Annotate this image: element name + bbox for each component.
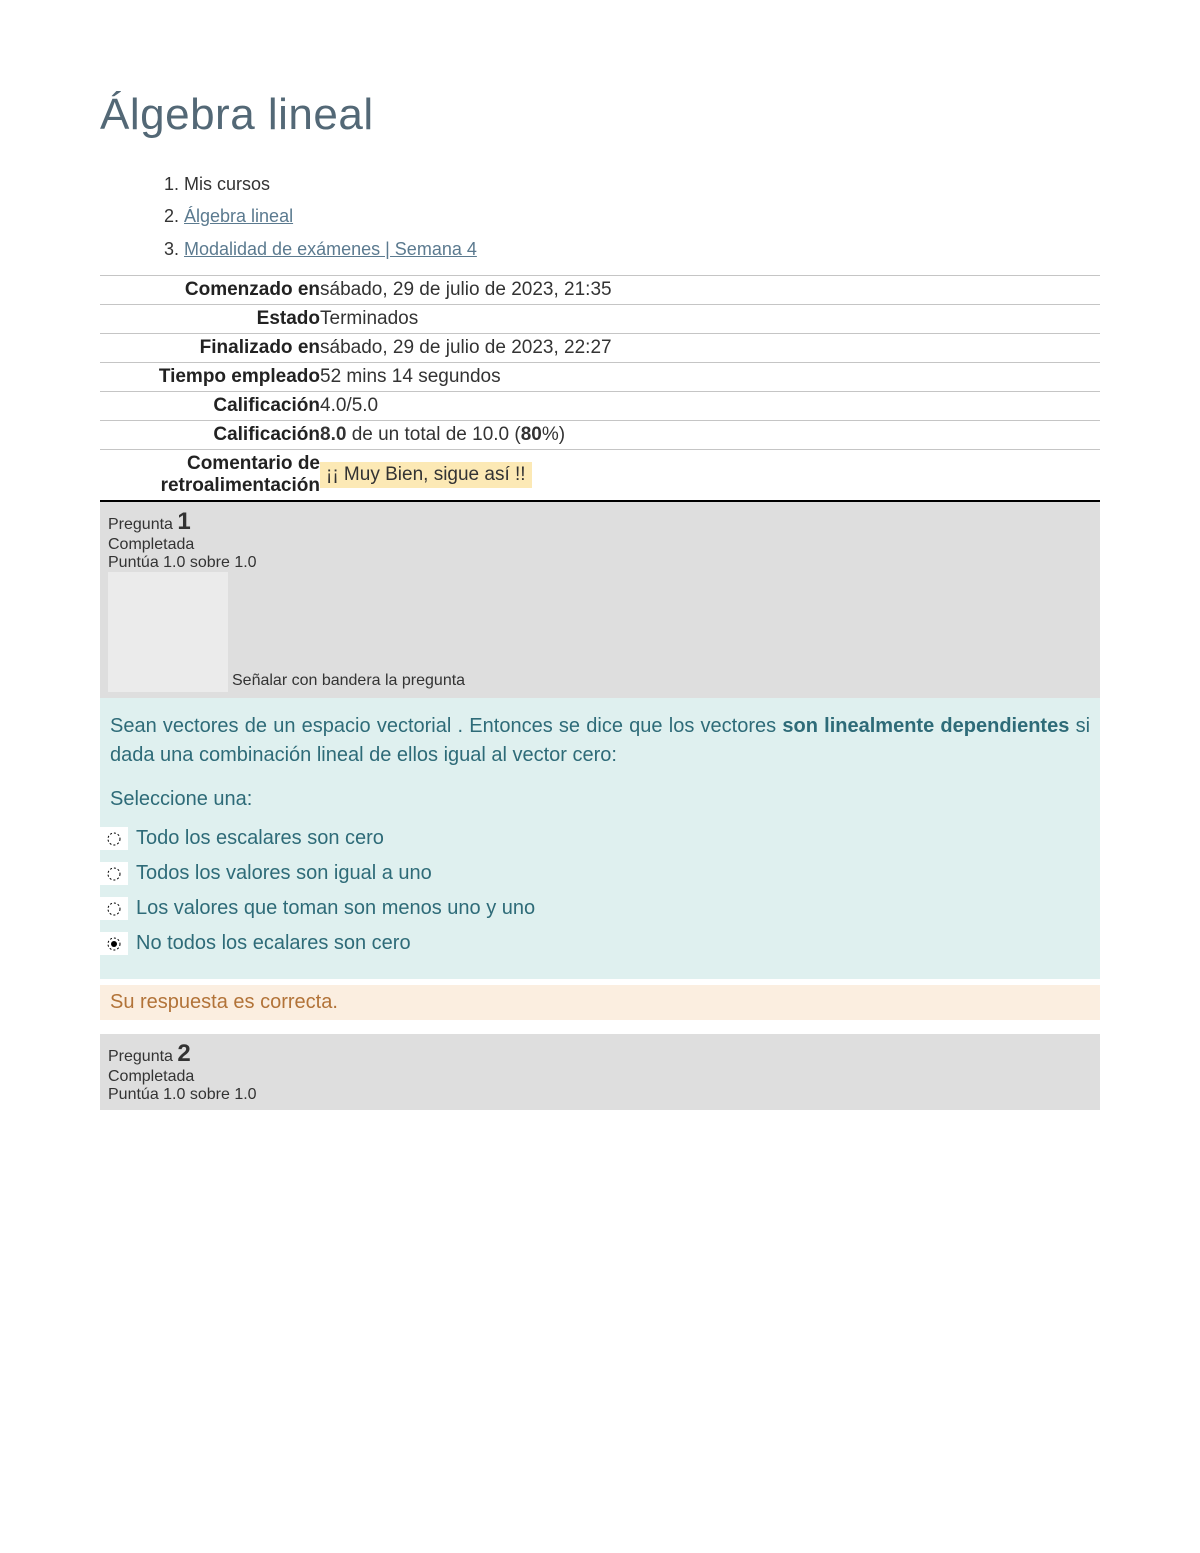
stem-part-a: Sean vectores de un espacio vectorial . … xyxy=(110,715,782,737)
question-state: Completada xyxy=(108,1068,1092,1086)
question-score: Puntúa 1.0 sobre 1.0 xyxy=(108,1086,1092,1104)
question-body: Sean vectores de un espacio vectorial . … xyxy=(100,698,1100,979)
question-stem: Sean vectores de un espacio vectorial . … xyxy=(110,712,1090,770)
grade-bold: 8.0 xyxy=(320,424,346,445)
option-text: No todos los ecalares son cero xyxy=(136,932,411,955)
summary-label-time: Tiempo empleado xyxy=(100,363,320,392)
option-text: Todos los valores son igual a uno xyxy=(136,862,432,885)
radio-unselected-icon[interactable] xyxy=(100,827,128,850)
summary-label-finished: Finalizado en xyxy=(100,334,320,363)
question-prompt: Seleccione una: xyxy=(110,788,1090,811)
radio-selected-icon[interactable] xyxy=(100,932,128,955)
question-state: Completada xyxy=(108,536,1092,554)
summary-label-state: Estado xyxy=(100,305,320,334)
summary-label-grade2: Calificación xyxy=(100,421,320,450)
breadcrumb: Mis cursos Álgebra lineal Modalidad de e… xyxy=(100,168,1100,265)
question-word: Pregunta xyxy=(108,1048,177,1065)
summary-value-state: Terminados xyxy=(320,305,1100,334)
question-header: Pregunta 2 Completada Puntúa 1.0 sobre 1… xyxy=(100,1034,1100,1110)
option-text: Todo los escalares son cero xyxy=(136,827,384,850)
question-word: Pregunta xyxy=(108,516,177,533)
summary-value-feedback: ¡¡ Muy Bien, sigue así !! xyxy=(320,450,1100,502)
page-title: Álgebra lineal xyxy=(100,90,1100,140)
attempt-summary-table: Comenzado en sábado, 29 de julio de 2023… xyxy=(100,275,1100,502)
option-row[interactable]: Todo los escalares son cero xyxy=(110,821,1090,856)
question-number: 1 xyxy=(177,508,190,535)
grade-tail: %) xyxy=(542,424,565,445)
radio-unselected-icon[interactable] xyxy=(100,862,128,885)
summary-label-feedback: Comentario de retroalimentación xyxy=(100,450,320,502)
breadcrumb-link-exam[interactable]: Modalidad de exámenes | Semana 4 xyxy=(184,239,477,259)
option-row[interactable]: Todos los valores son igual a uno xyxy=(110,856,1090,891)
radio-unselected-icon[interactable] xyxy=(100,897,128,920)
stem-bold: son linealmente dependientes xyxy=(782,715,1069,737)
breadcrumb-item: Álgebra lineal xyxy=(184,200,1100,232)
feedback-chip: ¡¡ Muy Bien, sigue así !! xyxy=(320,462,532,488)
summary-value-time: 52 mins 14 segundos xyxy=(320,363,1100,392)
summary-value-started: sábado, 29 de julio de 2023, 21:35 xyxy=(320,276,1100,305)
summary-value-grade1: 4.0/5.0 xyxy=(320,392,1100,421)
question-score: Puntúa 1.0 sobre 1.0 xyxy=(108,554,1092,572)
summary-value-finished: sábado, 29 de julio de 2023, 22:27 xyxy=(320,334,1100,363)
summary-value-grade2: 8.0 de un total de 10.0 (80%) xyxy=(320,421,1100,450)
summary-label-grade1: Calificación xyxy=(100,392,320,421)
option-text: Los valores que toman son menos uno y un… xyxy=(136,897,535,920)
grade-pct: 80 xyxy=(521,424,542,445)
question-media-row: Señalar con bandera la pregunta xyxy=(100,572,1100,698)
flag-question-link[interactable]: Señalar con bandera la pregunta xyxy=(232,672,465,692)
answer-feedback: Su respuesta es correcta. xyxy=(100,985,1100,1020)
flag-image-placeholder xyxy=(108,572,228,692)
breadcrumb-link-course[interactable]: Álgebra lineal xyxy=(184,206,293,226)
question-header: Pregunta 1 Completada Puntúa 1.0 sobre 1… xyxy=(100,502,1100,572)
question-number: 2 xyxy=(177,1040,190,1067)
breadcrumb-item: Mis cursos xyxy=(184,168,1100,200)
option-row[interactable]: No todos los ecalares son cero xyxy=(110,926,1090,961)
breadcrumb-label: Mis cursos xyxy=(184,174,270,194)
breadcrumb-item: Modalidad de exámenes | Semana 4 xyxy=(184,233,1100,265)
option-row[interactable]: Los valores que toman son menos uno y un… xyxy=(110,891,1090,926)
grade-mid: de un total de 10.0 ( xyxy=(346,424,520,445)
summary-label-started: Comenzado en xyxy=(100,276,320,305)
